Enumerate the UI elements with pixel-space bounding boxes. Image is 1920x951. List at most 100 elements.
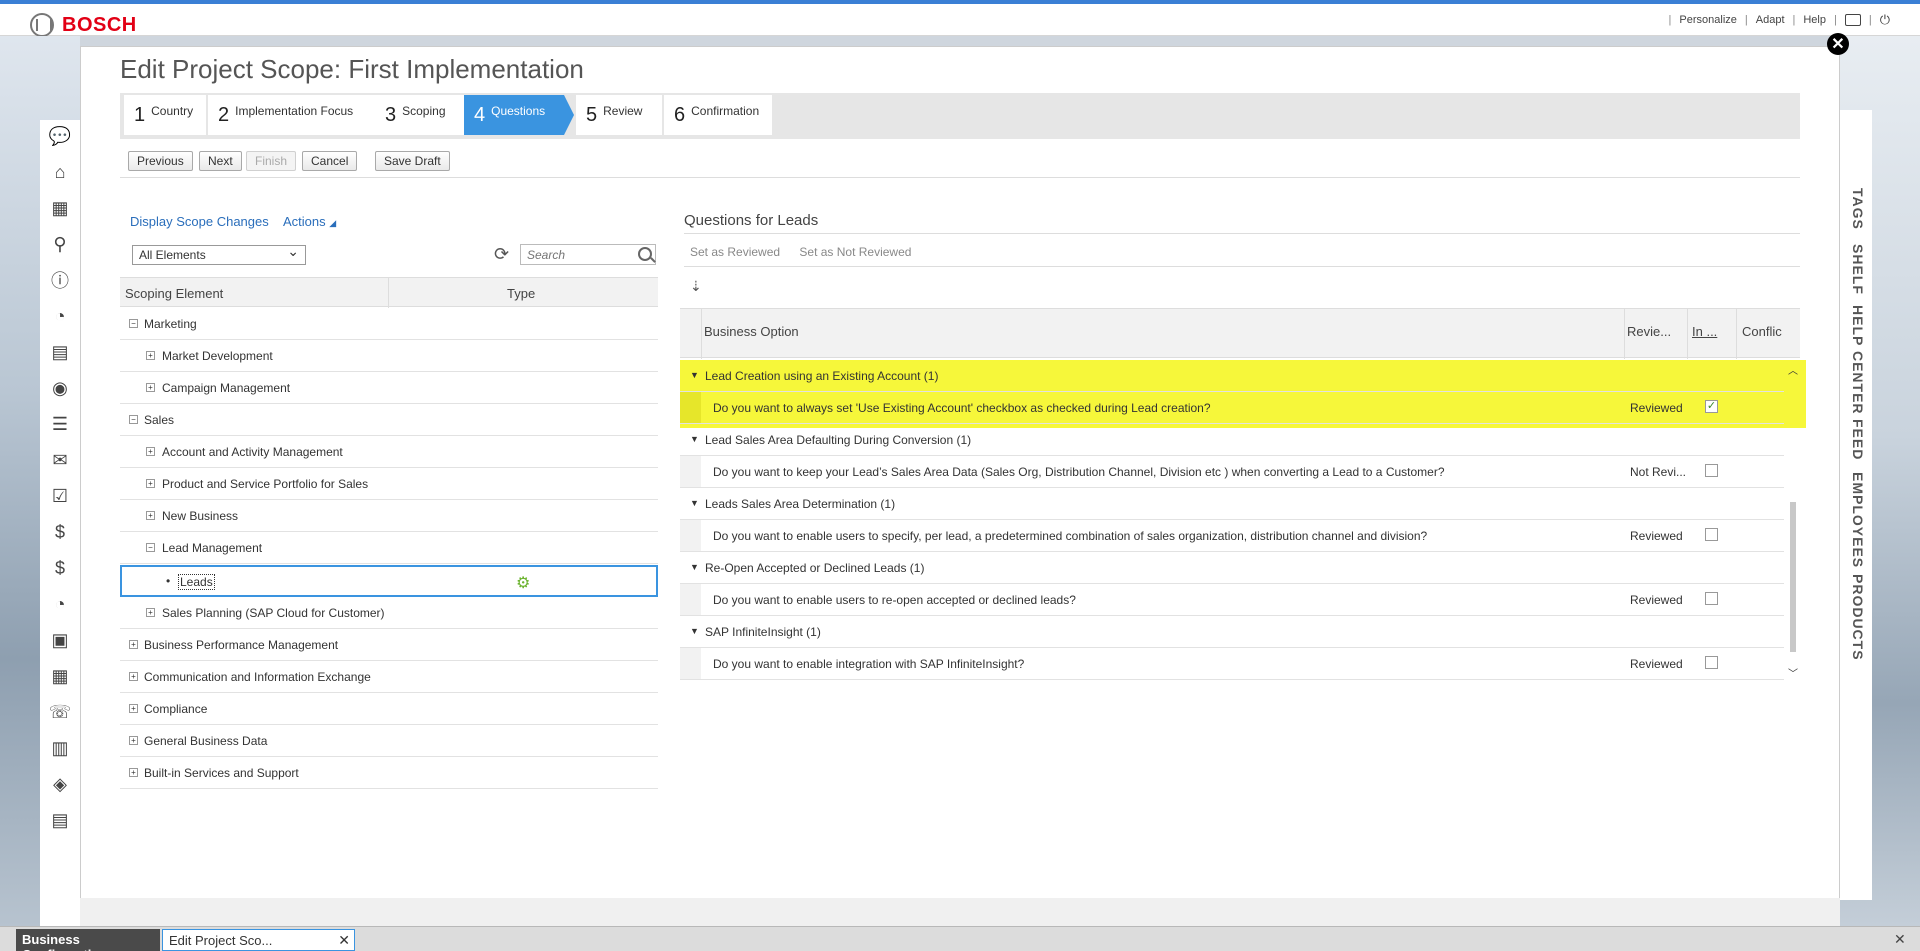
scroll-down-icon[interactable]: ﹀ <box>1788 665 1798 680</box>
column-conflict[interactable]: Conflic <box>1742 324 1782 339</box>
previous-button[interactable]: Previous <box>128 151 193 171</box>
tree-row[interactable]: + Communication and Information Exchange <box>120 661 658 693</box>
calendar2-icon[interactable]: ▦ <box>48 664 72 688</box>
column-scoping-element[interactable]: Scoping Element <box>125 286 223 301</box>
question-row[interactable]: Do you want to enable users to specify, … <box>680 520 1784 552</box>
side-tab-shelf[interactable]: SHELF <box>1850 244 1866 295</box>
expand-icon[interactable]: + <box>129 736 138 745</box>
side-tab-help-center[interactable]: HELP CENTER <box>1850 305 1866 415</box>
side-tab-feed[interactable]: FEED <box>1850 419 1866 460</box>
collapse-icon[interactable]: − <box>146 543 155 552</box>
tree-row[interactable]: + General Business Data <box>120 725 658 757</box>
wizard-step-review[interactable]: 5 Review <box>576 95 662 135</box>
taskbar-tab-edit-project-scope[interactable]: Edit Project Sco... ✕ <box>162 929 355 951</box>
tree-row[interactable]: − Marketing <box>120 308 658 340</box>
wizard-step-confirmation[interactable]: 6 Confirmation <box>664 95 772 135</box>
expand-icon[interactable]: + <box>146 511 155 520</box>
finish-button[interactable]: Finish <box>246 151 297 171</box>
tree-row[interactable]: + Account and Activity Management <box>120 436 658 468</box>
collapse-triangle-icon[interactable]: ▼ <box>690 370 699 380</box>
contacts-icon[interactable]: ☰ <box>48 412 72 436</box>
account-icon[interactable]: ◉ <box>48 376 72 400</box>
column-type[interactable]: Type <box>507 286 535 301</box>
close-dialog-icon[interactable]: ✕ <box>1827 33 1849 55</box>
alert-icon[interactable]: ⓘ <box>48 268 72 292</box>
search-button-icon[interactable] <box>638 247 652 261</box>
tree-row[interactable]: + Product and Service Portfolio for Sale… <box>120 468 658 500</box>
cancel-button[interactable]: Cancel <box>302 151 358 171</box>
expand-icon[interactable]: + <box>129 768 138 777</box>
taskbar-tab-business-configuration[interactable]: Business Configuration <box>16 929 160 951</box>
expand-icon[interactable]: + <box>146 351 155 360</box>
collapse-icon[interactable]: − <box>129 415 138 424</box>
activity-icon[interactable]: ◔ <box>48 304 72 328</box>
tree-row[interactable]: + Business Performance Management <box>120 629 658 661</box>
group-row[interactable]: ▼ Lead Creation using an Existing Accoun… <box>680 360 1784 392</box>
in-scope-checkbox[interactable] <box>1705 592 1718 605</box>
search-input[interactable] <box>520 244 656 265</box>
sort-icon[interactable]: ⇣ <box>690 278 702 295</box>
calendar-icon[interactable]: ▦ <box>48 196 72 220</box>
tree-row[interactable]: + Sales Planning (SAP Cloud for Customer… <box>120 597 658 629</box>
collapse-triangle-icon[interactable]: ▼ <box>690 562 699 572</box>
question-row[interactable]: Do you want to enable users to re-open a… <box>680 584 1784 616</box>
actions-menu[interactable]: Actions ◢ <box>283 214 336 229</box>
set-as-not-reviewed-button[interactable]: Set as Not Reviewed <box>799 245 911 259</box>
question-row[interactable]: Do you want to keep your Lead’s Sales Ar… <box>680 456 1784 488</box>
wizard-step-country[interactable]: 1 Country <box>124 95 206 135</box>
collapse-triangle-icon[interactable]: ▼ <box>690 626 699 636</box>
tree-row[interactable]: + Campaign Management <box>120 372 658 404</box>
sales-icon[interactable]: $ <box>48 520 72 544</box>
collapse-triangle-icon[interactable]: ▼ <box>690 434 699 444</box>
mail-icon[interactable]: ✉ <box>48 448 72 472</box>
tree-row[interactable]: + Compliance <box>120 693 658 725</box>
close-tab-icon[interactable]: ✕ <box>338 932 350 949</box>
collapse-triangle-icon[interactable]: ▼ <box>690 498 699 508</box>
in-scope-checkbox[interactable] <box>1705 464 1718 477</box>
group-row[interactable]: ▼ Lead Sales Area Defaulting During Conv… <box>680 424 1784 456</box>
expand-icon[interactable]: + <box>129 704 138 713</box>
power-icon[interactable]: ⏻ <box>1880 12 1890 28</box>
question-row[interactable]: Do you want to enable integration with S… <box>680 648 1784 680</box>
analytics-icon[interactable]: ◔ <box>48 592 72 616</box>
group-row[interactable]: ▼ Re-Open Accepted or Declined Leads (1) <box>680 552 1784 584</box>
display-scope-changes-link[interactable]: Display Scope Changes <box>130 214 269 229</box>
collapse-icon[interactable]: − <box>129 319 138 328</box>
element-filter-select[interactable]: All Elements <box>132 243 306 265</box>
help-link[interactable]: Help <box>1803 14 1826 26</box>
scroll-up-icon[interactable]: ︿ <box>1788 362 1798 377</box>
set-as-reviewed-button[interactable]: Set as Reviewed <box>690 245 780 259</box>
invoice-icon[interactable]: ▣ <box>48 628 72 652</box>
personalize-link[interactable]: Personalize <box>1679 14 1736 26</box>
clipboard-icon[interactable]: ▥ <box>48 736 72 760</box>
report-icon[interactable]: ▤ <box>48 808 72 832</box>
questions-scrollbar[interactable]: ︿ ﹀ <box>1788 362 1798 680</box>
tree-row[interactable]: + Market Development <box>120 340 658 372</box>
question-row[interactable]: Do you want to always set 'Use Existing … <box>680 392 1784 424</box>
wizard-step-questions[interactable]: 4 Questions <box>464 95 564 135</box>
box-icon[interactable]: ◈ <box>48 772 72 796</box>
expand-icon[interactable]: + <box>146 447 155 456</box>
column-business-option[interactable]: Business Option <box>704 324 799 339</box>
search-icon[interactable]: ⚲ <box>48 232 72 256</box>
phone-icon[interactable]: ☏ <box>48 700 72 724</box>
tree-row-selected-leads[interactable]: • Leads ⚙ <box>120 565 658 597</box>
tree-row[interactable]: − Lead Management <box>120 532 658 564</box>
column-in-scope[interactable]: In ... <box>1692 324 1717 339</box>
revenue-icon[interactable]: $ <box>48 556 72 580</box>
close-all-icon[interactable]: ✕ <box>1894 931 1906 948</box>
feed-icon[interactable]: 💬 <box>48 124 72 148</box>
save-draft-button[interactable]: Save Draft <box>375 151 450 171</box>
side-tab-employees[interactable]: EMPLOYEES <box>1850 472 1866 568</box>
checklist-icon[interactable]: ☑ <box>48 484 72 508</box>
tree-row[interactable]: + Built-in Services and Support <box>120 757 658 789</box>
next-button[interactable]: Next <box>199 151 242 171</box>
expand-icon[interactable]: + <box>129 640 138 649</box>
in-scope-checkbox[interactable]: ✓ <box>1705 400 1718 413</box>
group-row[interactable]: ▼ Leads Sales Area Determination (1) <box>680 488 1784 520</box>
scroll-thumb[interactable] <box>1790 502 1796 652</box>
expand-icon[interactable]: + <box>129 672 138 681</box>
side-tab-products[interactable]: PRODUCTS <box>1850 574 1866 661</box>
home-icon[interactable]: ⌂ <box>48 160 72 184</box>
notes-icon[interactable]: ▤ <box>48 340 72 364</box>
